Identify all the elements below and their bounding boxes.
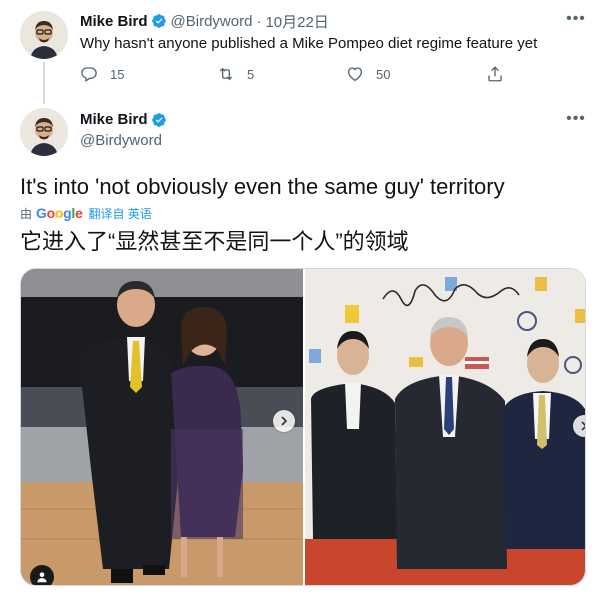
reply-count: 15 — [110, 66, 125, 82]
tweet-date[interactable]: 10月22日 — [265, 11, 328, 32]
share-icon — [488, 66, 502, 82]
verified-badge-icon — [151, 13, 167, 29]
dot-separator: · — [256, 12, 262, 30]
share-button[interactable] — [486, 65, 516, 83]
profile-icon[interactable] — [30, 565, 54, 585]
reply-button[interactable]: 15 — [80, 65, 124, 83]
retweet-button[interactable]: 5 — [217, 65, 254, 83]
photo-right[interactable] — [305, 269, 585, 585]
carousel-next-arrow-icon[interactable] — [273, 410, 295, 432]
avatar[interactable] — [20, 11, 68, 59]
thread-connector-line — [43, 62, 45, 104]
more-options-icon[interactable]: ••• — [566, 111, 586, 132]
heart-icon — [347, 67, 363, 82]
photo-left[interactable] — [21, 269, 303, 585]
avatar-image — [20, 11, 68, 59]
retweet-icon — [219, 67, 233, 81]
author-handle[interactable]: @Birdyword — [171, 13, 253, 30]
author-name[interactable]: Mike Bird — [80, 111, 148, 128]
author-handle[interactable]: @Birdyword — [80, 132, 162, 149]
translated-by-label: 由 — [20, 206, 33, 221]
google-logo: Google — [36, 205, 83, 221]
author-name[interactable]: Mike Bird — [80, 13, 148, 30]
more-options-icon[interactable]: ••• — [566, 11, 586, 32]
tweet2-header: Mike Bird — [80, 111, 171, 128]
like-count: 50 — [376, 66, 391, 82]
translation-attribution: 由 Google 翻译自 英语 — [20, 204, 152, 222]
avatar-image — [20, 108, 68, 156]
media-grid — [20, 268, 586, 586]
tweet-text: It's into 'not obviously even the same g… — [20, 174, 505, 199]
translated-text: 它进入了“显然甚至不是同一个人”的领域 — [20, 229, 409, 254]
verified-badge-icon — [151, 112, 167, 128]
reply-icon — [81, 67, 97, 83]
tweet1-header: Mike Bird @Birdyword · 10月22日 — [80, 11, 329, 31]
avatar[interactable] — [20, 108, 68, 156]
tweet-actions-bar: 15 5 50 — [80, 65, 502, 85]
retweet-count: 5 — [247, 66, 255, 82]
tweet-text: Why hasn't anyone published a Mike Pompe… — [80, 35, 538, 52]
translated-from-link[interactable]: 翻译自 英语 — [89, 205, 152, 222]
like-button[interactable]: 50 — [346, 65, 390, 83]
